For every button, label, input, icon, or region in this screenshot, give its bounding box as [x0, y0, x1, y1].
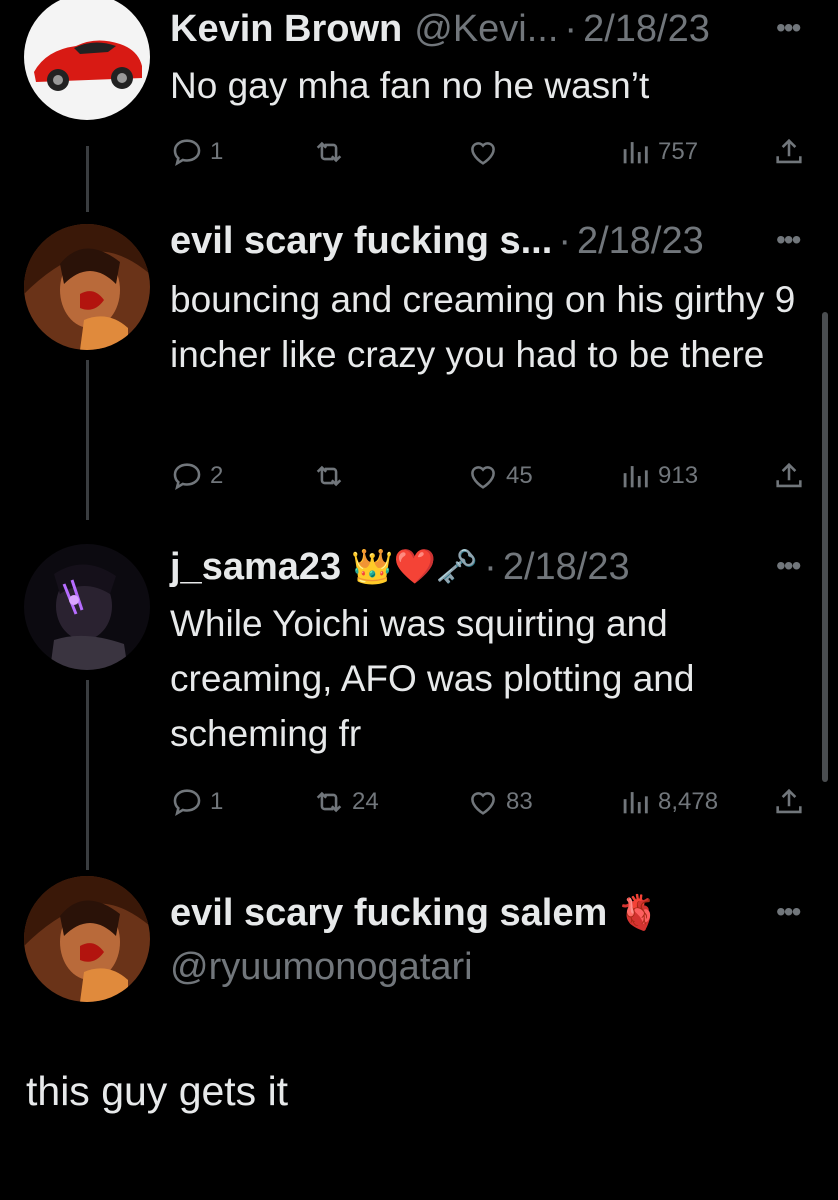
anatomical-heart-emoji: 🫀	[617, 894, 660, 932]
avatar-red-car[interactable]	[24, 0, 150, 120]
share-icon	[776, 462, 802, 488]
like-button[interactable]: 45	[466, 456, 533, 496]
tweet-evil-scary-1[interactable]: evil scary fucking s... · 2/18/23 ••• bo…	[0, 220, 838, 530]
heart-icon	[471, 466, 495, 489]
tweet-kevin-brown[interactable]: Kevin Brown @Kevi... · 2/18/23 ••• No ga…	[0, 0, 838, 212]
avatar-anime-character[interactable]	[24, 876, 150, 1002]
crown-heart-key-emojis: 👑❤️🗝️	[351, 548, 479, 586]
tweet-header: j_sama23 👑❤️🗝️ · 2/18/23	[170, 542, 630, 592]
views-button[interactable]: 757	[618, 132, 698, 172]
tweet-text: While Yoichi was squirting and creaming,…	[170, 603, 695, 754]
timestamp[interactable]: 2/18/23	[503, 546, 630, 589]
views-button[interactable]: 913	[618, 456, 698, 496]
view-count: 8,478	[658, 788, 719, 815]
avatar-dark-character[interactable]	[24, 544, 150, 670]
more-options-icon[interactable]: •••	[776, 550, 801, 582]
views-icon	[623, 792, 648, 814]
action-bar: 1 24 83 8,478	[170, 782, 810, 822]
reply-count: 1	[210, 138, 224, 165]
caption-text: this guy gets it	[26, 1068, 289, 1114]
action-bar: 1 757	[170, 132, 810, 172]
share-button[interactable]	[772, 456, 812, 496]
tweet-header: evil scary fucking salem 🫀	[170, 888, 660, 938]
handle[interactable]: @ryuumonogatari	[170, 946, 473, 989]
action-bar: 2 45 913	[170, 456, 810, 496]
separator-dot: ·	[564, 7, 578, 50]
view-count: 757	[658, 138, 699, 165]
tweet-header: evil scary fucking s... · 2/18/23	[170, 216, 704, 266]
scrollbar[interactable]	[822, 312, 828, 782]
more-options-icon[interactable]: •••	[776, 896, 801, 928]
retweet-button[interactable]	[312, 456, 352, 496]
thread-line	[86, 360, 89, 520]
retweet-count: 24	[352, 788, 379, 815]
more-options-icon[interactable]: •••	[776, 224, 801, 256]
handle-row: @ryuumonogatari	[170, 942, 473, 992]
reply-icon	[173, 139, 201, 166]
tweet-text: bouncing and creaming on his girthy 9 in…	[170, 279, 796, 375]
display-name[interactable]: Kevin Brown	[170, 8, 402, 51]
reply-icon	[173, 789, 201, 816]
tweet-j-sama23[interactable]: j_sama23 👑❤️🗝️ · 2/18/23 ••• While Yoich…	[0, 540, 838, 870]
reply-icon	[173, 463, 201, 490]
reply-button[interactable]: 1	[170, 782, 223, 822]
like-count: 45	[506, 462, 533, 489]
view-count: 913	[658, 462, 699, 489]
thread-line	[86, 146, 89, 212]
display-name[interactable]: evil scary fucking s...	[170, 220, 552, 263]
share-icon	[776, 788, 802, 814]
like-count: 83	[506, 788, 533, 815]
retweet-icon	[316, 141, 342, 163]
like-button[interactable]: 83	[466, 782, 533, 822]
share-button[interactable]	[772, 132, 812, 172]
tweet-text: No gay mha fan no he wasn’t	[170, 65, 650, 106]
thread-line	[86, 680, 89, 870]
separator-dot: ·	[558, 219, 571, 262]
reply-count: 1	[210, 788, 224, 815]
separator-dot: ·	[484, 545, 497, 588]
retweet-icon	[316, 465, 342, 487]
tweet-evil-scary-2[interactable]: evil scary fucking salem 🫀 @ryuumonogata…	[0, 876, 838, 1006]
heart-icon	[471, 792, 495, 815]
display-name[interactable]: evil scary fucking salem	[170, 892, 607, 935]
retweet-button[interactable]	[312, 132, 352, 172]
tweet-header: Kevin Brown @Kevi... · 2/18/23	[170, 4, 710, 54]
retweet-icon	[316, 791, 342, 813]
reply-button[interactable]: 2	[170, 456, 223, 496]
timestamp[interactable]: 2/18/23	[583, 8, 710, 51]
avatar-anime-character[interactable]	[24, 224, 150, 350]
timestamp[interactable]: 2/18/23	[577, 220, 704, 263]
views-icon	[623, 142, 648, 164]
views-button[interactable]: 8,478	[618, 782, 718, 822]
handle[interactable]: @Kevi...	[414, 8, 558, 51]
retweet-button[interactable]: 24	[312, 782, 379, 822]
reply-button[interactable]: 1	[170, 132, 223, 172]
share-button[interactable]	[772, 782, 812, 822]
like-button[interactable]	[466, 132, 506, 172]
reply-count: 2	[210, 462, 224, 489]
more-options-icon[interactable]: •••	[776, 12, 801, 44]
views-icon	[623, 466, 648, 488]
heart-icon	[471, 142, 495, 165]
display-name[interactable]: j_sama23	[170, 546, 341, 589]
share-icon	[776, 138, 802, 164]
